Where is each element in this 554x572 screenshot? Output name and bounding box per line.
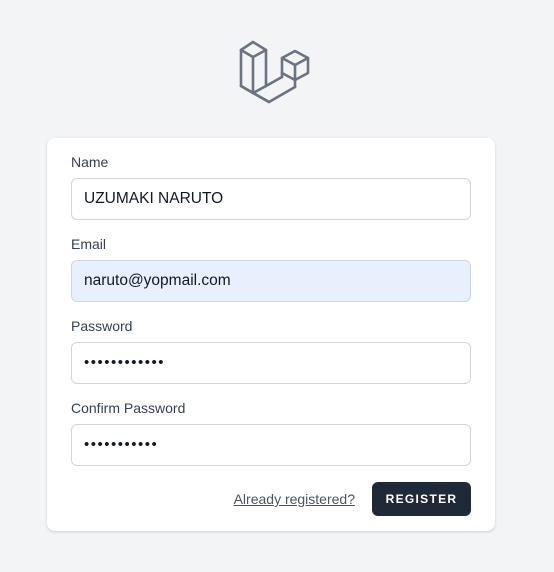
- email-field-group: Email naruto@yopmail.com: [71, 236, 471, 302]
- password-label: Password: [71, 318, 133, 334]
- form-actions: Already registered? REGISTER: [234, 482, 471, 516]
- email-input[interactable]: naruto@yopmail.com: [71, 260, 471, 302]
- name-label: Name: [71, 154, 109, 170]
- register-form-card: Name UZUMAKI NARUTO Email naruto@yopmail…: [47, 138, 495, 531]
- password-input[interactable]: ••••••••••••: [71, 342, 471, 384]
- confirm-password-input[interactable]: •••••••••••: [71, 424, 471, 466]
- name-field-group: Name UZUMAKI NARUTO: [71, 154, 471, 220]
- register-page: Name UZUMAKI NARUTO Email naruto@yopmail…: [0, 0, 554, 572]
- confirm-password-label: Confirm Password: [71, 400, 186, 416]
- laravel-logo-icon[interactable]: [237, 38, 311, 112]
- name-input[interactable]: UZUMAKI NARUTO: [71, 178, 471, 220]
- password-field-group: Password ••••••••••••: [71, 318, 471, 384]
- email-label: Email: [71, 236, 107, 252]
- confirm-password-field-group: Confirm Password •••••••••••: [71, 400, 471, 466]
- already-registered-link[interactable]: Already registered?: [234, 491, 355, 507]
- register-button[interactable]: REGISTER: [372, 482, 471, 516]
